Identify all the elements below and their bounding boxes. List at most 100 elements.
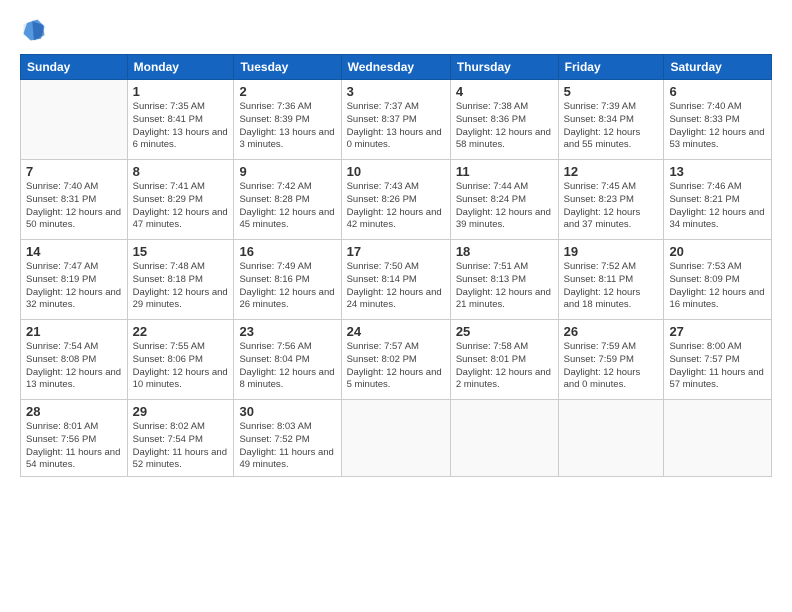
- sunset-text: Sunset: 8:41 PM: [133, 114, 203, 125]
- daylight-text: Daylight: 12 hours and 47 minutes.: [133, 207, 228, 231]
- sunrise-text: Sunrise: 8:01 AM: [26, 421, 98, 432]
- day-number: 22: [133, 324, 229, 339]
- weekday-header-tuesday: Tuesday: [234, 55, 341, 80]
- daylight-text: Daylight: 12 hours and 39 minutes.: [456, 207, 551, 231]
- sunrise-text: Sunrise: 7:56 AM: [239, 341, 311, 352]
- sunrise-text: Sunrise: 7:39 AM: [564, 101, 636, 112]
- day-number: 11: [456, 164, 553, 179]
- sunrise-text: Sunrise: 7:49 AM: [239, 261, 311, 272]
- sunset-text: Sunset: 8:31 PM: [26, 194, 96, 205]
- sunset-text: Sunset: 8:39 PM: [239, 114, 309, 125]
- day-info: Sunrise: 7:40 AMSunset: 8:31 PMDaylight:…: [26, 181, 122, 232]
- sunrise-text: Sunrise: 7:40 AM: [26, 181, 98, 192]
- daylight-text: Daylight: 12 hours and 53 minutes.: [669, 127, 764, 151]
- day-info: Sunrise: 8:00 AMSunset: 7:57 PMDaylight:…: [669, 341, 766, 392]
- sunset-text: Sunset: 8:33 PM: [669, 114, 739, 125]
- sunset-text: Sunset: 8:13 PM: [456, 274, 526, 285]
- daylight-text: Daylight: 12 hours and 45 minutes.: [239, 207, 334, 231]
- day-info: Sunrise: 7:37 AMSunset: 8:37 PMDaylight:…: [347, 101, 445, 152]
- calendar-cell: 9 Sunrise: 7:42 AM Sunset: 8:28 PM Daylight…: [234, 160, 341, 240]
- weekday-header-sunday: Sunday: [21, 55, 128, 80]
- day-number: 13: [669, 164, 766, 179]
- day-number: 29: [133, 404, 229, 419]
- sunrise-text: Sunrise: 7:58 AM: [456, 341, 528, 352]
- day-number: 4: [456, 84, 553, 99]
- day-number: 25: [456, 324, 553, 339]
- calendar-cell: [450, 400, 558, 477]
- weekday-header-thursday: Thursday: [450, 55, 558, 80]
- daylight-text: Daylight: 11 hours and 54 minutes.: [26, 447, 120, 471]
- sunset-text: Sunset: 8:28 PM: [239, 194, 309, 205]
- daylight-text: Daylight: 12 hours and 34 minutes.: [669, 207, 764, 231]
- day-info: Sunrise: 7:56 AMSunset: 8:04 PMDaylight:…: [239, 341, 335, 392]
- sunset-text: Sunset: 7:57 PM: [669, 354, 739, 365]
- sunset-text: Sunset: 8:37 PM: [347, 114, 417, 125]
- day-number: 17: [347, 244, 445, 259]
- daylight-text: Daylight: 12 hours and 42 minutes.: [347, 207, 442, 231]
- calendar-cell: 26Sunrise: 7:59 AMSunset: 7:59 PMDayligh…: [558, 320, 664, 400]
- calendar-cell: 21Sunrise: 7:54 AMSunset: 8:08 PMDayligh…: [21, 320, 128, 400]
- calendar-cell: [21, 80, 128, 160]
- day-info: Sunrise: 7:49 AMSunset: 8:16 PMDaylight:…: [239, 261, 335, 312]
- calendar-cell: [558, 400, 664, 477]
- day-info: Sunrise: 7:50 AMSunset: 8:14 PMDaylight:…: [347, 261, 445, 312]
- sunrise-text: Sunrise: 7:48 AM: [133, 261, 205, 272]
- daylight-text: Daylight: 12 hours and 55 minutes.: [564, 127, 641, 151]
- sunset-text: Sunset: 8:09 PM: [669, 274, 739, 285]
- calendar-cell: 14Sunrise: 7:47 AMSunset: 8:19 PMDayligh…: [21, 240, 128, 320]
- sunset-text: Sunset: 8:08 PM: [26, 354, 96, 365]
- day-info: Sunrise: 7:54 AM Sunset: 8:08 PM Daylight:…: [26, 341, 122, 392]
- daylight-text: Daylight: 12 hours and 29 minutes.: [133, 287, 228, 311]
- calendar-cell: 8Sunrise: 7:41 AMSunset: 8:29 PMDaylight…: [127, 160, 234, 240]
- day-info: Sunrise: 7:38 AMSunset: 8:36 PMDaylight:…: [456, 101, 553, 152]
- calendar-cell: 13Sunrise: 7:46 AMSunset: 8:21 PMDayligh…: [664, 160, 772, 240]
- sunrise-text: Sunrise: 7:37 AM: [347, 101, 419, 112]
- day-number: 23: [239, 324, 335, 339]
- day-info: Sunrise: 7:35 AMSunset: 8:41 PMDaylight:…: [133, 101, 229, 152]
- day-number: 27: [669, 324, 766, 339]
- day-info: Sunrise: 7:45 AMSunset: 8:23 PMDaylight:…: [564, 181, 659, 232]
- day-info: Sunrise: 7:58 AMSunset: 8:01 PMDaylight:…: [456, 341, 553, 392]
- day-info: Sunrise: 7:53 AMSunset: 8:09 PMDaylight:…: [669, 261, 766, 312]
- day-info: Sunrise: 8:03 AMSunset: 7:52 PMDaylight:…: [239, 421, 335, 472]
- page: SundayMondayTuesdayWednesdayThursdayFrid…: [0, 0, 792, 612]
- day-number: 6: [669, 84, 766, 99]
- day-number: 20: [669, 244, 766, 259]
- calendar-cell: 17 Sunrise: 7:50 AMSunset: 8:14 PMDayligh…: [341, 240, 450, 320]
- sunset-text: Sunset: 8:29 PM: [133, 194, 203, 205]
- day-info: Sunrise: 7:57 AMSunset: 8:02 PMDaylight:…: [347, 341, 445, 392]
- day-number: 9: [239, 164, 335, 179]
- daylight-text: Daylight: 11 hours and 49 minutes.: [239, 447, 333, 471]
- calendar-cell: 11Sunrise: 7:44 AMSunset: 8:24 PMDayligh…: [450, 160, 558, 240]
- sunrise-text: Sunrise: 7:54 AM: [26, 341, 98, 352]
- daylight-text: Daylight: 12 hours and 0 minutes.: [564, 367, 641, 391]
- daylight-text: Daylight: 12 hours and 26 minutes.: [239, 287, 334, 311]
- sunrise-text: Sunrise: 7:36 AM: [239, 101, 311, 112]
- calendar-cell: 15Sunrise: 7:48 AMSunset: 8:18 PMDayligh…: [127, 240, 234, 320]
- day-number: 26: [564, 324, 659, 339]
- calendar-cell: 19Sunrise: 7:52 AMSunset: 8:11 PMDayligh…: [558, 240, 664, 320]
- daylight-text: Daylight: 12 hours and 16 minutes.: [669, 287, 764, 311]
- header: [20, 16, 772, 44]
- sunrise-text: Sunrise: 7:35 AM: [133, 101, 205, 112]
- weekday-header-row: SundayMondayTuesdayWednesdayThursdayFrid…: [21, 55, 772, 80]
- calendar-cell: 4 Sunrise: 7:38 AMSunset: 8:36 PMDaylight…: [450, 80, 558, 160]
- sunrise-text: Sunrise: 7:40 AM: [669, 101, 741, 112]
- day-info: Sunrise: 7:42 AM Sunset: 8:28 PM Daylight:…: [239, 181, 335, 232]
- sunrise-text: Sunrise: 7:42 AM: [239, 181, 311, 192]
- sunset-text: Sunset: 8:36 PM: [456, 114, 526, 125]
- daylight-text: Daylight: 13 hours and 3 minutes.: [239, 127, 334, 151]
- calendar-cell: 2Sunrise: 7:36 AMSunset: 8:39 PMDaylight…: [234, 80, 341, 160]
- sunset-text: Sunset: 7:54 PM: [133, 434, 203, 445]
- calendar-cell: 28Sunrise: 8:01 AMSunset: 7:56 PMDayligh…: [21, 400, 128, 477]
- calendar-cell: 25 Sunrise: 7:58 AMSunset: 8:01 PMDayligh…: [450, 320, 558, 400]
- sunrise-text: Sunrise: 7:47 AM: [26, 261, 98, 272]
- calendar-cell: 16Sunrise: 7:49 AMSunset: 8:16 PMDayligh…: [234, 240, 341, 320]
- week-row-5: 28Sunrise: 8:01 AMSunset: 7:56 PMDayligh…: [21, 400, 772, 477]
- daylight-text: Daylight: 12 hours and 10 minutes.: [133, 367, 228, 391]
- day-number: 1: [133, 84, 229, 99]
- calendar-cell: 12Sunrise: 7:45 AMSunset: 8:23 PMDayligh…: [558, 160, 664, 240]
- day-info: Sunrise: 7:36 AM Sunset: 8:39 PM Daylight:…: [239, 101, 335, 152]
- sunrise-text: Sunrise: 8:00 AM: [669, 341, 741, 352]
- daylight-text: Daylight: 12 hours and 13 minutes.: [26, 367, 121, 391]
